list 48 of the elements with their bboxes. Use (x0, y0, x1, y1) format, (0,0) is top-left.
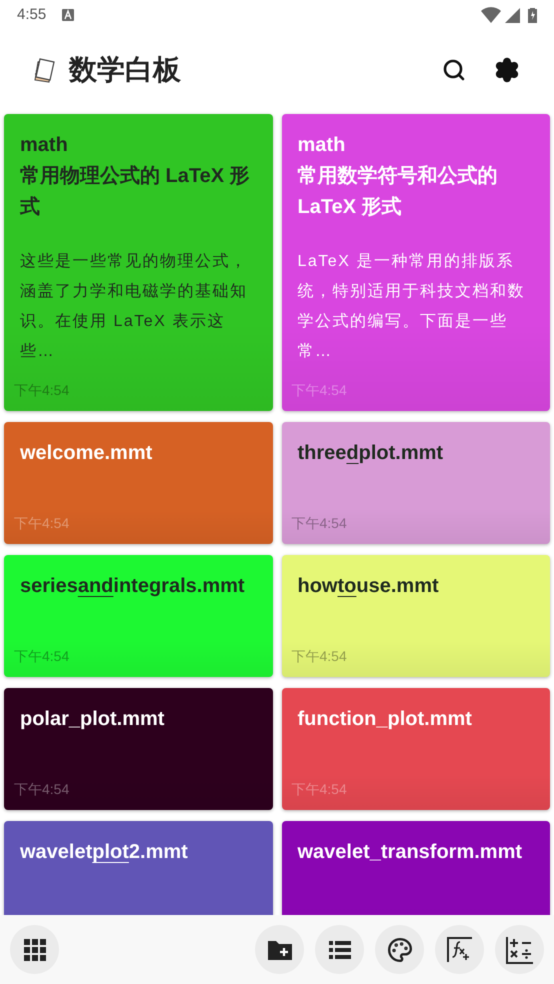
function-button[interactable] (435, 925, 484, 974)
note-time: 下午4:54 (14, 515, 70, 531)
note-card[interactable]: math 常用数学符号和公式的 LaTeX 形式 LaTeX 是一种常用的排版系统，特别适用于科技文档和数学公式的编写。下面是一些常… 下午4:54 (282, 114, 550, 411)
note-card[interactable]: threedplot.mmt 下午4:54 (282, 422, 550, 544)
signal-icon (505, 8, 520, 22)
keyboard-indicator-icon (62, 9, 74, 21)
note-title: wavelet_transform.mmt (296, 840, 524, 865)
note-preview: 这些是一些常见的物理公式，涵盖了力学和电磁学的基础知识。在使用 LaTeX 表示这些… (19, 252, 248, 362)
operators-icon (506, 936, 534, 964)
grid-button[interactable] (10, 925, 59, 974)
list-button[interactable] (315, 925, 364, 974)
grid-icon (24, 938, 46, 960)
clock: 4:55 (17, 4, 46, 25)
operators-button[interactable] (495, 925, 544, 974)
note-time: 下午4:54 (292, 781, 347, 797)
note-title: threedplot.mmt (296, 441, 444, 466)
note-title: waveletplot2.mmt (19, 840, 189, 865)
note-card[interactable]: welcome.mmt 下午4:54 (4, 422, 272, 544)
note-time: 下午4:54 (14, 382, 70, 398)
note-card[interactable]: howtouse.mmt 下午4:54 (282, 555, 550, 677)
note-title: welcome.mmt (19, 441, 154, 466)
note-title: seriesandintegrals.mmt (19, 574, 246, 599)
note-time: 下午4:54 (292, 648, 347, 664)
new-folder-button[interactable] (255, 925, 304, 974)
palette-button[interactable] (375, 925, 424, 974)
note-title: howtouse.mmt (296, 574, 440, 599)
note-title: math 常用数学符号和公式的 LaTeX 形式 (296, 133, 498, 220)
app-title: 数学白板 (69, 53, 181, 87)
note-card[interactable]: function_plot.mmt 下午4:54 (282, 688, 550, 810)
battery-icon (528, 7, 537, 23)
note-card[interactable]: waveletplot2.mmt (4, 821, 272, 915)
note-time: 下午4:54 (14, 648, 70, 664)
list-icon (328, 940, 350, 958)
function-icon (446, 936, 472, 962)
note-card[interactable]: math 常用物理公式的 LaTeX 形式 这些是一些常见的物理公式，涵盖了力学和电磁学的基础知识。在使用 LaTeX 表示这些… 下午4:54 (4, 114, 272, 411)
note-title: math 常用物理公式的 LaTeX 形式 (18, 133, 251, 220)
note-title: polar_plot.mmt (19, 707, 166, 732)
note-title: function_plot.mmt (296, 707, 473, 732)
wifi-icon (481, 7, 501, 23)
note-card[interactable]: seriesandintegrals.mmt 下午4:54 (4, 555, 272, 677)
note-time: 下午4:54 (292, 382, 347, 398)
note-preview: LaTeX 是一种常用的排版系统，特别适用于科技文档和数学公式的编写。下面是一些常… (296, 252, 526, 362)
note-time: 下午4:54 (14, 781, 70, 797)
folder-plus-icon (266, 938, 292, 960)
palette-icon (386, 936, 412, 962)
note-card[interactable]: polar_plot.mmt 下午4:54 (4, 688, 272, 810)
note-card[interactable]: wavelet_transform.mmt (282, 821, 550, 915)
note-time: 下午4:54 (292, 515, 347, 531)
